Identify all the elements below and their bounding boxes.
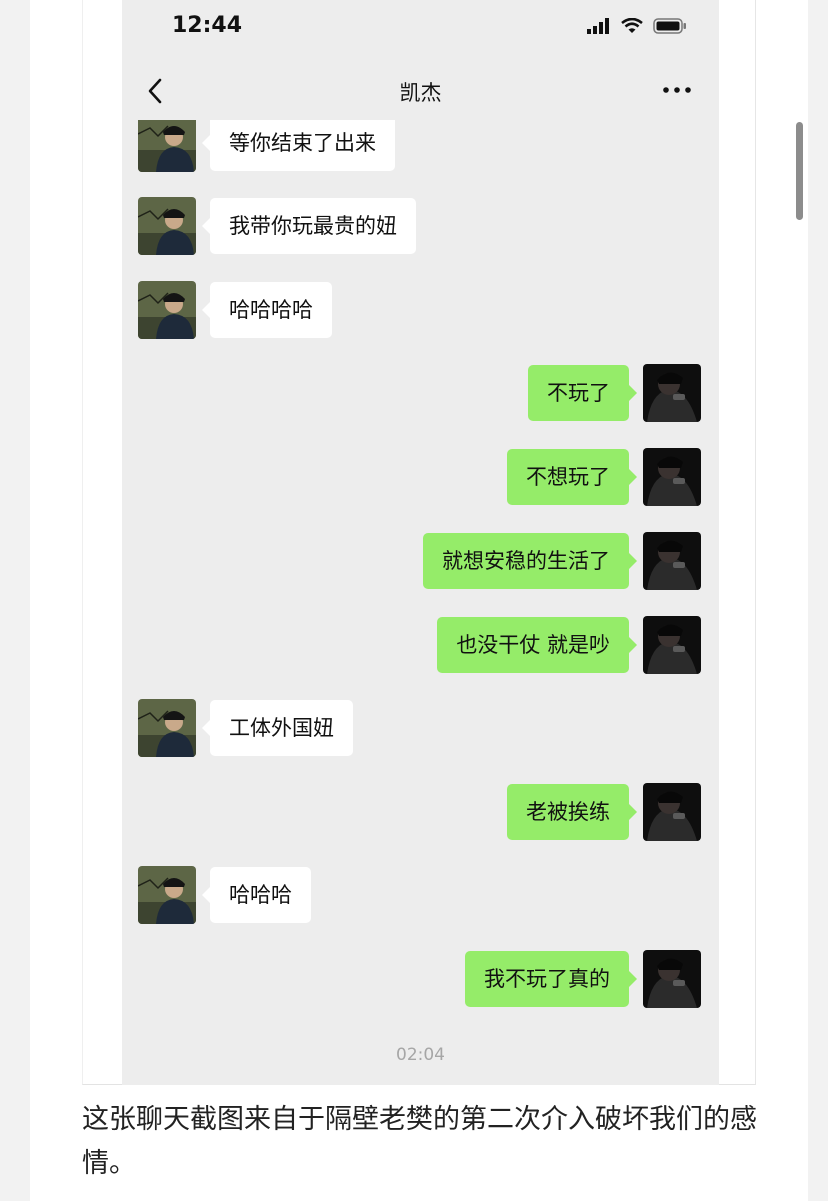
status-icons (587, 18, 687, 34)
wifi-icon (621, 18, 643, 33)
message-row: 我不玩了真的 (122, 950, 719, 1012)
self-avatar[interactable] (643, 783, 701, 841)
message-list: 等你结束了出来 我带你玩最贵的妞 哈哈哈哈 不玩了 不想玩了 就想安稳的生活了 (122, 120, 719, 1085)
chat-header: 凯杰 (122, 60, 719, 120)
message-row: 工体外国妞 (122, 699, 719, 761)
message-bubble-outgoing[interactable]: 我不玩了真的 (465, 951, 637, 1007)
contact-avatar[interactable] (138, 866, 196, 924)
self-avatar[interactable] (643, 950, 701, 1008)
self-avatar[interactable] (643, 616, 701, 674)
message-row: 老被挨练 (122, 783, 719, 845)
message-bubble-incoming[interactable]: 哈哈哈哈 (202, 282, 332, 338)
chat-screenshot: 12:44 凯杰 等你结束了出来 我带你玩最贵的妞 哈哈哈哈 不玩了 不想玩了 … (122, 0, 719, 1085)
message-timestamp: 02:04 (396, 1045, 445, 1065)
contact-avatar[interactable] (138, 120, 196, 172)
more-icon[interactable] (661, 78, 693, 102)
message-row: 不玩了 (122, 364, 719, 426)
contact-avatar[interactable] (138, 699, 196, 757)
message-row: 等你结束了出来 (122, 120, 719, 176)
self-avatar[interactable] (643, 532, 701, 590)
message-row: 哈哈哈 (122, 866, 719, 928)
self-avatar[interactable] (643, 364, 701, 422)
battery-icon (653, 18, 686, 34)
message-row: 就想安稳的生活了 (122, 532, 719, 594)
message-bubble-outgoing[interactable]: 不玩了 (528, 365, 637, 421)
post-caption: 这张聊天截图来自于隔壁老樊的第二次介入破坏我们的感情。 (82, 1104, 757, 1179)
status-bar: 12:44 (122, 0, 719, 56)
post-page: 12:44 凯杰 等你结束了出来 我带你玩最贵的妞 哈哈哈哈 不玩了 不想玩了 … (0, 0, 828, 1201)
message-bubble-outgoing[interactable]: 老被挨练 (507, 784, 637, 840)
message-bubble-outgoing[interactable]: 不想玩了 (507, 449, 637, 505)
message-bubble-incoming[interactable]: 等你结束了出来 (202, 120, 395, 171)
message-bubble-incoming[interactable]: 哈哈哈 (202, 867, 311, 923)
message-row: 也没干仗 就是吵 (122, 616, 719, 678)
message-row: 不想玩了 (122, 448, 719, 510)
message-bubble-incoming[interactable]: 工体外国妞 (202, 700, 353, 756)
contact-avatar[interactable] (138, 197, 196, 255)
message-bubble-incoming[interactable]: 我带你玩最贵的妞 (202, 198, 416, 254)
contact-avatar[interactable] (138, 281, 196, 339)
chat-title: 凯杰 (399, 81, 442, 105)
message-row: 哈哈哈哈 (122, 281, 719, 343)
message-bubble-outgoing[interactable]: 就想安稳的生活了 (423, 533, 637, 589)
signal-icon (587, 18, 609, 34)
message-row: 我带你玩最贵的妞 (122, 197, 719, 259)
status-time: 12:44 (172, 13, 243, 38)
scrollbar[interactable] (796, 122, 803, 220)
self-avatar[interactable] (643, 448, 701, 506)
message-bubble-outgoing[interactable]: 也没干仗 就是吵 (437, 617, 637, 673)
